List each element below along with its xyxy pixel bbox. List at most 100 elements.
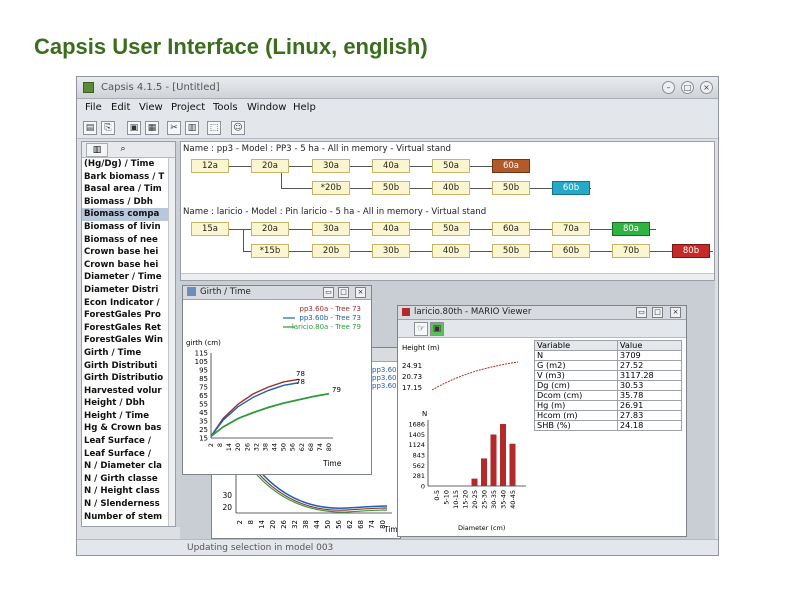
sidebar-scrollbar[interactable] [168, 158, 175, 526]
table-header[interactable]: Variable [534, 340, 618, 351]
list-item[interactable]: Biomass / Dbh [82, 196, 170, 209]
list-item-selected[interactable]: Biomass compa [82, 208, 170, 221]
step-pp3-60b[interactable]: 60b [552, 181, 590, 195]
step-laricio-40a[interactable]: 40a [372, 222, 410, 236]
list-item[interactable]: Biomass of livin [82, 221, 170, 234]
save-icon[interactable]: ▦ [145, 121, 159, 135]
list-item[interactable]: Basal area / Tim [82, 183, 170, 196]
step-laricio-15b[interactable]: *15b [251, 244, 289, 258]
table-row[interactable]: V (m3) 3117.28 [534, 370, 683, 381]
list-item[interactable]: N / Diameter cla [82, 460, 170, 473]
list-item[interactable]: Diameter Distri [82, 284, 170, 297]
list-item[interactable]: Harvested volur [82, 385, 170, 398]
close-project-icon[interactable]: ▣ [127, 121, 141, 135]
step-laricio-80a[interactable]: 80a [612, 222, 650, 236]
list-item[interactable]: Girth Distributi [82, 360, 170, 373]
step-laricio-15a[interactable]: 15a [191, 222, 229, 236]
step-laricio-70b[interactable]: 70b [612, 244, 650, 258]
minimize-button[interactable]: – [662, 81, 675, 94]
list-item[interactable]: Diameter / Time [82, 271, 170, 284]
list-item[interactable]: ForestGales Pro [82, 309, 170, 322]
list-item[interactable]: (Hg/Dg) / Time [82, 158, 170, 171]
window-titlebar[interactable]: Capsis 4.1.5 - [Untitled] – □ × [77, 77, 718, 99]
step-pp3-20a[interactable]: 20a [251, 159, 289, 173]
list-item[interactable]: Hg & Crown bas [82, 422, 170, 435]
step-pp3-60a[interactable]: 60a [492, 159, 530, 173]
step-pp3-40a[interactable]: 40a [372, 159, 410, 173]
step-laricio-60a[interactable]: 60a [492, 222, 530, 236]
table-row[interactable]: SHB (%) 24.18 [534, 420, 683, 431]
step-laricio-30b[interactable]: 30b [372, 244, 410, 258]
close-frame-button[interactable]: × [670, 307, 681, 318]
step-pp3-30a[interactable]: 30a [312, 159, 350, 173]
girth-time-titlebar[interactable]: Girth / Time ▭ □ × [183, 286, 371, 300]
mario-viewer-window[interactable]: laricio.80th - MARIO Viewer ▭ □ × ☞ ▣ He… [397, 305, 687, 537]
menu-edit[interactable]: Edit [111, 102, 130, 113]
menu-help[interactable]: Help [293, 102, 316, 113]
close-frame-button[interactable]: × [355, 287, 366, 298]
table-row[interactable]: Dg (cm) 30.53 [534, 380, 683, 391]
step-laricio-20a[interactable]: 20a [251, 222, 289, 236]
step-pp3-40b[interactable]: 40b [432, 181, 470, 195]
step-pp3-12a[interactable]: 12a [191, 159, 229, 173]
list-item[interactable]: Girth / Time [82, 347, 170, 360]
list-item[interactable]: Econ Indicator / [82, 297, 170, 310]
maximize-frame-button[interactable]: □ [652, 307, 663, 318]
mario-titlebar[interactable]: laricio.80th - MARIO Viewer ▭ □ × [398, 306, 686, 320]
step-laricio-80b[interactable]: 80b [672, 244, 710, 258]
list-item[interactable]: Bark biomass / T [82, 171, 170, 184]
iconify-button[interactable]: ▭ [636, 307, 647, 318]
step-pp3-50b[interactable]: 50b [492, 181, 530, 195]
iconify-button[interactable]: ▭ [323, 287, 334, 298]
menu-tools[interactable]: Tools [213, 102, 238, 113]
list-item[interactable]: Number of stem [82, 511, 170, 524]
new-project-icon[interactable]: ▤ [83, 121, 97, 135]
list-item[interactable]: ForestGales Ret [82, 322, 170, 335]
list-item[interactable]: Crown base hei [82, 259, 170, 272]
open-project-icon[interactable]: ⎘ [101, 121, 115, 135]
table-header[interactable]: Value [616, 340, 683, 351]
search-icon[interactable]: ⌕ [112, 143, 134, 157]
step-pp3-50a[interactable]: 50a [432, 159, 470, 173]
step-laricio-50b[interactable]: 50b [492, 244, 530, 258]
menu-window[interactable]: Window [247, 102, 286, 113]
select-icon[interactable]: ⬚ [207, 121, 221, 135]
step-laricio-60b[interactable]: 60b [552, 244, 590, 258]
step-laricio-30a[interactable]: 30a [312, 222, 350, 236]
step-laricio-50a[interactable]: 50a [432, 222, 470, 236]
list-item[interactable]: Leaf Surface / [82, 448, 170, 461]
table-row[interactable]: G (m2) 27.52 [534, 360, 683, 371]
list-item[interactable]: ForestGales Win [82, 334, 170, 347]
list-item[interactable]: N / Height class [82, 485, 170, 498]
chart-tab-icon[interactable]: ▥ [86, 143, 108, 157]
list-item[interactable]: Crown base hei [82, 246, 170, 259]
list-item[interactable]: Leaf Surface / [82, 435, 170, 448]
close-button[interactable]: × [700, 81, 713, 94]
export-icon[interactable]: ▥ [185, 121, 199, 135]
step-pp3-50b[interactable]: 50b [372, 181, 410, 195]
table-row[interactable]: Hcom (m) 27.83 [534, 410, 683, 421]
list-item[interactable]: Height / Dbh [82, 397, 170, 410]
table-row[interactable]: Hg (m) 26.91 [534, 400, 683, 411]
setup-icon[interactable]: ☞ [414, 322, 428, 336]
step-laricio-40b[interactable]: 40b [432, 244, 470, 258]
step-pp3-20b[interactable]: *20b [312, 181, 350, 195]
list-item[interactable]: N / Slenderness [82, 498, 170, 511]
menu-project[interactable]: Project [171, 102, 205, 113]
maximize-button[interactable]: □ [681, 81, 694, 94]
configure-icon[interactable]: ✂ [167, 121, 181, 135]
menu-view[interactable]: View [139, 102, 163, 113]
refresh-icon[interactable]: ▣ [430, 322, 444, 336]
menu-file[interactable]: File [85, 102, 102, 113]
step-laricio-70a[interactable]: 70a [552, 222, 590, 236]
girth-time-window[interactable]: Girth / Time ▭ □ × pp3.60a - Tree 73 pp3… [182, 285, 372, 475]
help-icon[interactable]: ☺ [231, 121, 245, 135]
list-item[interactable]: Girth Distributio [82, 372, 170, 385]
step-laricio-20b[interactable]: 20b [312, 244, 350, 258]
table-row[interactable]: N 3709 [534, 350, 683, 361]
list-item[interactable]: N / Girth classe [82, 473, 170, 486]
table-row[interactable]: Dcom (cm) 35.78 [534, 390, 683, 401]
list-item[interactable]: Height / Time [82, 410, 170, 423]
maximize-frame-button[interactable]: □ [338, 287, 349, 298]
project-scrollbar[interactable] [181, 273, 714, 280]
